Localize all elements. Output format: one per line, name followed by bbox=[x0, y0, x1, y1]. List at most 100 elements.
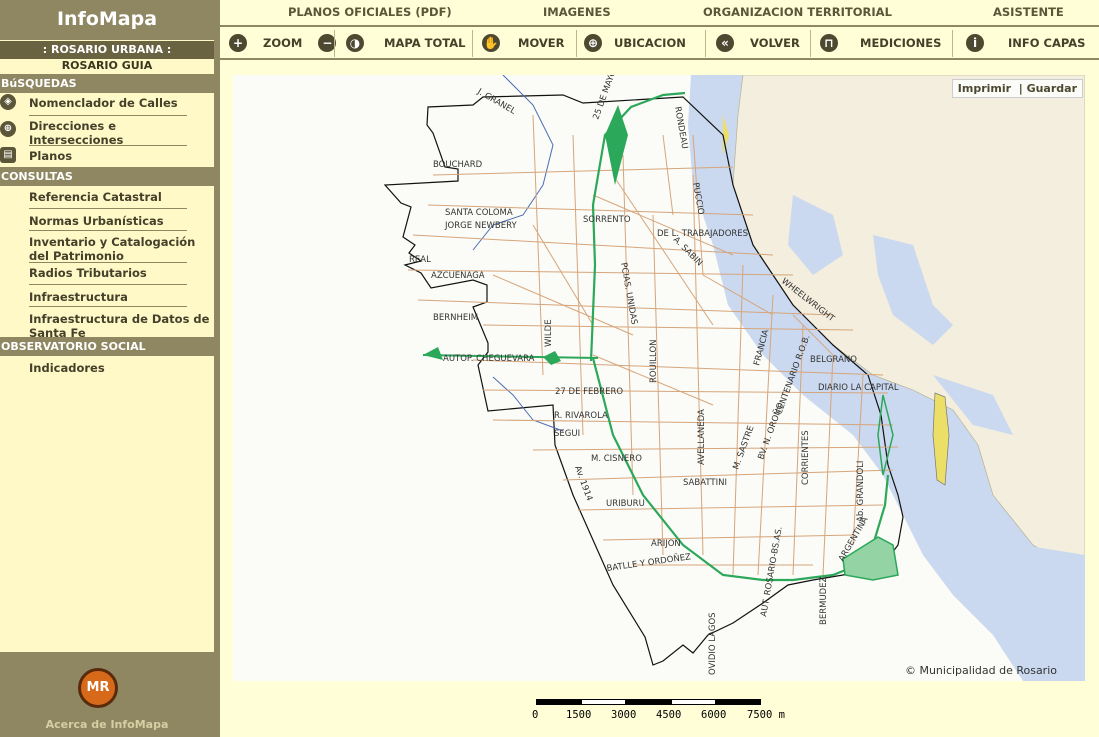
map-frame: J. GRANEL BOUCHARD SANTA COLOMA JORGE NEWBE… bbox=[220, 62, 1099, 694]
sidebar: InfoMapa : ROSARIO URBANA : ROSARIO GUIA… bbox=[0, 0, 214, 737]
street-label: R. RIVAROLA bbox=[554, 411, 608, 421]
full-map-label: MAPA TOTAL bbox=[384, 35, 466, 50]
street-label: ARIJON bbox=[651, 539, 681, 549]
map-svg[interactable]: J. GRANEL BOUCHARD SANTA COLOMA JORGE NEWBE… bbox=[233, 75, 1085, 681]
layer-info-button[interactable]: i INFO CAPAS bbox=[966, 27, 1085, 58]
mr-logo[interactable]: MR bbox=[78, 668, 118, 708]
toolbar: + ZOOM − ◑ MAPA TOTAL ✋ MOVER ⊕ UBICACIO… bbox=[220, 27, 1099, 60]
street-line bbox=[652, 214, 664, 556]
scale-tick: 6000 bbox=[701, 709, 727, 721]
street-label: SEGUI bbox=[554, 429, 580, 439]
layer-info-label: INFO CAPAS bbox=[1008, 35, 1086, 50]
location-label: UBICACION bbox=[614, 35, 686, 50]
menu-asistente[interactable]: ASISTENTE bbox=[993, 0, 1064, 25]
street-label: SANTA COLOMA bbox=[445, 208, 513, 218]
sidebar-item-radios-tributarios[interactable]: Radios Tributarios bbox=[0, 262, 214, 285]
sidebar-footer: MR Acerca de InfoMapa bbox=[0, 652, 214, 737]
street-label: Av. 1914 bbox=[572, 465, 594, 503]
section-busquedas: BúSQUEDAS bbox=[0, 74, 214, 93]
sidebar-item-label: Nomenclador de Calles bbox=[29, 96, 178, 110]
scale-bar: 0 1500 3000 4500 6000 7500 m bbox=[220, 694, 1099, 737]
street-label: BATLLE Y ORDOÑEZ bbox=[606, 551, 692, 574]
street-label: ROUILLON bbox=[649, 339, 659, 383]
street-label: J. GRANEL bbox=[475, 86, 518, 116]
street-label: CORRIENTES bbox=[801, 430, 811, 485]
about-link[interactable]: Acerca de InfoMapa bbox=[0, 718, 214, 731]
location-icon: ⊕ bbox=[584, 33, 602, 52]
scale-tick: 3000 bbox=[611, 709, 637, 721]
document-icon: ▤ bbox=[0, 147, 16, 163]
sidebar-item-direcciones[interactable]: ⊕ Direcciones e Intersecciones bbox=[0, 115, 214, 147]
menu-organizacion-territorial[interactable]: ORGANIZACION TERRITORIAL bbox=[703, 0, 892, 25]
sidebar-item-normas-urbanisticas[interactable]: Normas Urbanísticas bbox=[0, 208, 214, 231]
sidebar-item-inventario[interactable]: Inventario y Catalogación del Patrimonio bbox=[0, 230, 214, 263]
street-label: DE L. TRABAJADORES bbox=[657, 229, 748, 239]
target-icon: ◈ bbox=[0, 94, 16, 110]
street-label: DIARIO LA CAPITAL bbox=[818, 383, 899, 393]
street-label: AUT. ROSARIO-BS.AS. bbox=[759, 526, 785, 618]
print-link[interactable]: Imprimir bbox=[958, 82, 1011, 95]
measure-label: MEDICIONES bbox=[860, 35, 942, 50]
street-line bbox=[562, 469, 894, 481]
crosshair-icon: ⊕ bbox=[0, 121, 16, 137]
street-line bbox=[532, 114, 544, 376]
scale-tick: 7500 m bbox=[747, 709, 785, 721]
back-button[interactable]: « VOLVER bbox=[716, 27, 800, 58]
section-consultas: CONSULTAS bbox=[0, 167, 214, 186]
back-label: VOLVER bbox=[750, 35, 800, 50]
street-line bbox=[602, 534, 854, 541]
print-save-box: Imprimir | Guardar bbox=[951, 79, 1083, 98]
street-label: BERMUDEZ bbox=[819, 576, 829, 625]
street-label: BERNHEIM bbox=[433, 313, 478, 323]
sidebar-item-referencia-catastral[interactable]: Referencia Catastral bbox=[0, 186, 214, 209]
move-button[interactable]: ✋ MOVER bbox=[482, 27, 565, 58]
back-icon: « bbox=[716, 33, 734, 52]
measure-button[interactable]: ⊓ MEDICIONES bbox=[820, 27, 941, 58]
zoom-control: + ZOOM − bbox=[229, 27, 337, 58]
scale-tick: 4500 bbox=[656, 709, 682, 721]
street-label: AUTOP. CHEGUEVARA bbox=[443, 354, 535, 364]
sidebar-item-label: Referencia Catastral bbox=[29, 190, 162, 204]
context-guide-link[interactable]: ROSARIO GUIA bbox=[0, 59, 214, 73]
street-line bbox=[532, 446, 899, 451]
app-title: InfoMapa bbox=[0, 0, 214, 40]
street-label: SORRENTO bbox=[583, 215, 631, 225]
street-label: REAL bbox=[409, 255, 431, 265]
street-label: BV. N. OROÑO bbox=[755, 401, 786, 461]
move-label: MOVER bbox=[518, 35, 565, 50]
street-label: BELGRANO bbox=[810, 355, 857, 365]
scale-segment bbox=[581, 699, 626, 705]
location-button[interactable]: ⊕ UBICACION bbox=[584, 27, 686, 58]
menu-imagenes[interactable]: IMAGENES bbox=[543, 0, 611, 25]
street-line bbox=[492, 419, 894, 426]
street-label: OVIDIO LAGOS bbox=[708, 612, 718, 675]
street-line bbox=[622, 154, 634, 496]
street-label: Ab. GRANDOLI bbox=[856, 461, 866, 522]
scale-segment bbox=[671, 699, 716, 705]
zoom-in-icon[interactable]: + bbox=[229, 33, 247, 52]
hand-icon: ✋ bbox=[482, 33, 500, 52]
map-copyright: © Municipalidad de Rosario bbox=[904, 664, 1057, 677]
menu-planos-oficiales[interactable]: PLANOS OFICIALES (PDF) bbox=[288, 0, 452, 25]
street-line bbox=[662, 134, 674, 216]
street-label: SABATTINI bbox=[683, 478, 727, 488]
scale-tick: 1500 bbox=[566, 709, 592, 721]
sidebar-item-idesf[interactable]: Infraestructura de Datos de Santa Fe bbox=[0, 306, 214, 340]
map-canvas[interactable]: J. GRANEL BOUCHARD SANTA COLOMA JORGE NEWBE… bbox=[233, 75, 1085, 681]
context-title: : ROSARIO URBANA : bbox=[0, 41, 214, 59]
sidebar-item-indicadores[interactable]: Indicadores bbox=[0, 356, 214, 378]
street-label: BOUCHARD bbox=[433, 160, 483, 170]
street-label: URIBURU bbox=[606, 499, 645, 509]
street-label: RONDEAU bbox=[672, 106, 689, 150]
sidebar-item-label: Infraestructura bbox=[29, 290, 128, 304]
street-label: JORGE NEWBERY bbox=[444, 221, 517, 231]
street-label: AZCUENAGA bbox=[431, 271, 485, 281]
sidebar-item-nomenclador[interactable]: ◈ Nomenclador de Calles bbox=[0, 93, 214, 116]
sidebar-item-infraestructura[interactable]: Infraestructura bbox=[0, 284, 214, 307]
sidebar-item-label: Radios Tributarios bbox=[29, 266, 147, 280]
sidebar-item-planos[interactable]: ▤ Planos bbox=[0, 145, 214, 166]
globe-icon: ◑ bbox=[346, 33, 364, 52]
full-map-button[interactable]: ◑ MAPA TOTAL bbox=[346, 27, 465, 58]
save-link[interactable]: Guardar bbox=[1027, 82, 1077, 95]
street-label: WILDE bbox=[544, 319, 554, 347]
